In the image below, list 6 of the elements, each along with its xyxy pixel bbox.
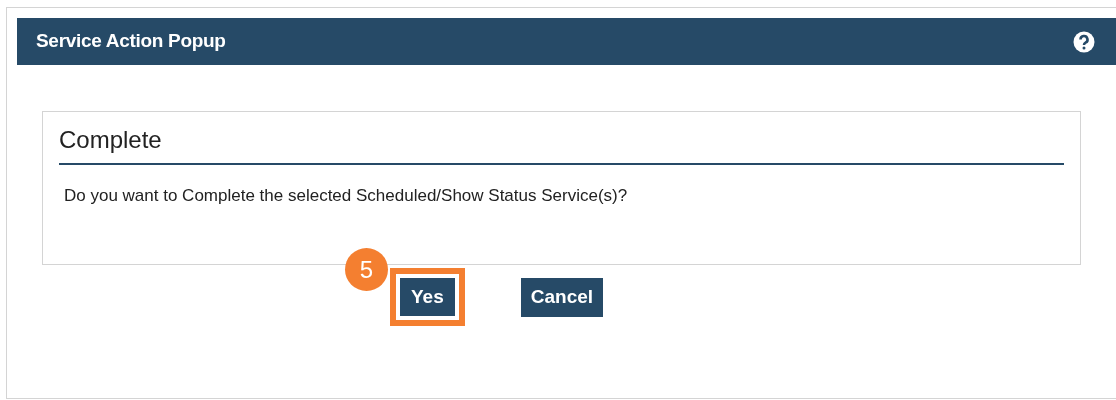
dialog-title: Service Action Popup: [36, 29, 226, 54]
confirmation-message: Do you want to Complete the selected Scheduled/Show Status Service(s)?: [64, 185, 629, 207]
step-badge: 5: [345, 248, 388, 291]
cancel-button[interactable]: Cancel: [520, 278, 604, 317]
help-icon[interactable]: [1073, 30, 1095, 53]
section-title: Complete: [59, 125, 1064, 165]
